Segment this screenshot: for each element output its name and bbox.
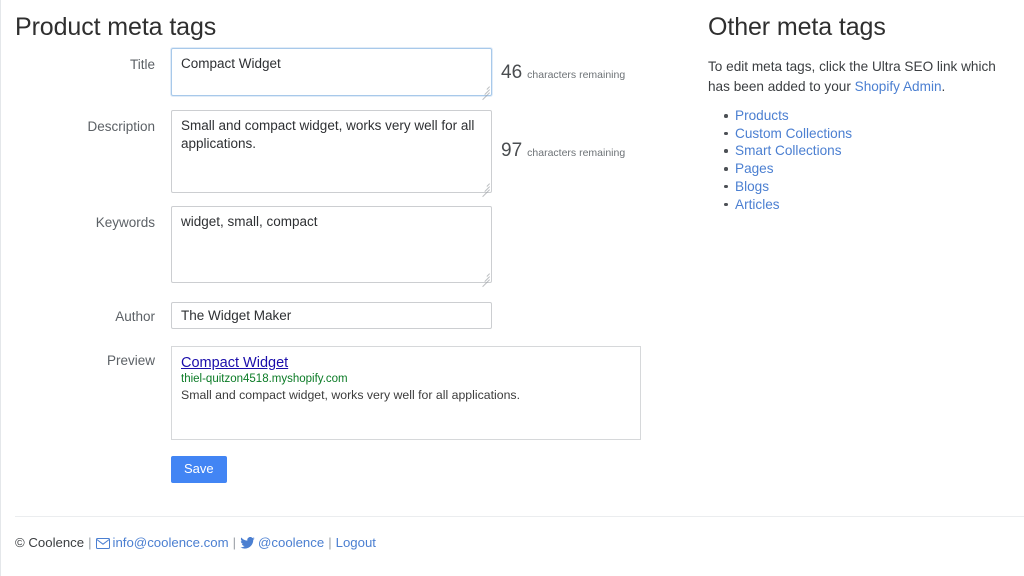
footer-logout-link[interactable]: Logout [336,535,376,550]
footer: © Coolence | info@coolence.com | @coolence | L… [15,534,376,552]
title-counter-caption: characters remaining [527,69,625,81]
other-meta-tags-panel: Other meta tags To edit meta tags, click… [708,0,1013,213]
description-input[interactable] [171,110,492,193]
page-root: Product meta tags Title 46 characters rem… [0,0,1024,576]
preview-url: thiel-quitzon4518.myshopify.com [181,372,631,387]
list-item: Pages [735,160,1013,177]
footer-separator: | [233,535,236,550]
search-preview-box: Compact Widget thiel-quitzon4518.myshopi… [171,346,641,440]
preview-title-link[interactable]: Compact Widget [181,354,288,372]
keywords-textarea-holder [171,206,492,283]
footer-divider [15,516,1024,517]
preview-label: Preview [15,352,155,369]
title-field-wrap [171,48,492,101]
preview-description: Small and compact widget, works very wel… [181,387,631,403]
other-meta-tags-title: Other meta tags [708,11,1013,43]
link-custom-collections[interactable]: Custom Collections [735,126,852,141]
list-item: Blogs [735,178,1013,195]
footer-email-link[interactable]: info@coolence.com [113,535,229,550]
keywords-field-wrap [171,206,492,288]
title-counter-number: 46 [501,62,522,83]
description-counter-caption: characters remaining [527,147,625,159]
footer-separator: | [328,535,331,550]
page-title: Product meta tags [15,11,675,43]
author-field-wrap [171,302,492,329]
list-item: Smart Collections [735,142,1013,159]
author-input[interactable] [171,302,492,329]
list-item: Custom Collections [735,125,1013,142]
footer-copyright: © Coolence [15,535,84,550]
intro-text-after: . [942,79,946,94]
author-label: Author [15,308,155,325]
twitter-bird-icon [240,537,255,549]
description-character-counter: 97 characters remaining [501,140,625,162]
keywords-label: Keywords [15,214,155,231]
link-products[interactable]: Products [735,108,789,123]
title-input[interactable] [171,48,492,96]
description-field-wrap [171,110,492,198]
description-label: Description [15,118,155,135]
link-pages[interactable]: Pages [735,161,774,176]
preview-field-wrap: Compact Widget thiel-quitzon4518.myshopi… [171,346,641,440]
save-button[interactable]: Save [171,456,227,483]
intro-text-before: To edit meta tags, click the Ultra SEO l… [708,59,996,94]
link-smart-collections[interactable]: Smart Collections [735,143,842,158]
envelope-icon [96,538,110,549]
product-meta-tags-panel: Product meta tags [15,0,675,43]
shopify-admin-link[interactable]: Shopify Admin [855,79,942,94]
keywords-input[interactable] [171,206,492,283]
title-character-counter: 46 characters remaining [501,62,625,84]
title-label: Title [15,56,155,73]
list-item: Articles [735,196,1013,213]
description-textarea-holder [171,110,492,193]
other-meta-tags-intro: To edit meta tags, click the Ultra SEO l… [708,57,1008,97]
list-item: Products [735,107,1013,124]
link-articles[interactable]: Articles [735,197,780,212]
footer-twitter-link[interactable]: @coolence [258,535,324,550]
link-blogs[interactable]: Blogs [735,179,769,194]
description-counter-number: 97 [501,140,522,161]
footer-separator: | [88,535,91,550]
meta-tag-links-list: Products Custom Collections Smart Collec… [708,107,1013,213]
title-textarea-holder [171,48,492,96]
